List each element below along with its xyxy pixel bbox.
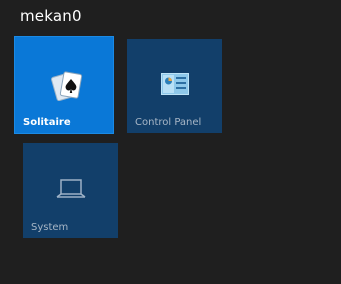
start-group-title: mekan0 — [20, 7, 82, 25]
tile-label-solitaire: Solitaire — [23, 117, 71, 128]
tile-label-system: System — [31, 222, 69, 233]
tile-solitaire[interactable]: Solitaire — [14, 36, 114, 134]
cards-icon — [51, 71, 83, 102]
tile-label-control-panel: Control Panel — [135, 117, 202, 128]
laptop-icon — [56, 179, 86, 198]
tile-control-panel[interactable]: Control Panel — [127, 39, 222, 133]
control-panel-icon — [161, 73, 189, 95]
tile-system[interactable]: System — [23, 143, 118, 238]
